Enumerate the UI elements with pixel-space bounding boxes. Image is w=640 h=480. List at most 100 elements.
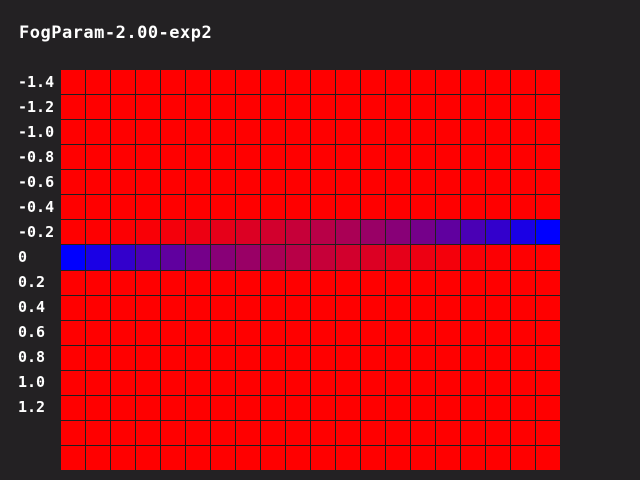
grid-cell [311, 395, 335, 420]
grid-cell [411, 145, 435, 170]
grid-cell [386, 420, 410, 445]
grid-cell [61, 420, 85, 445]
grid-cell [486, 395, 510, 420]
grid-cell [336, 320, 360, 345]
grid-cell [361, 195, 385, 220]
grid-cell [386, 395, 410, 420]
grid-cell [411, 270, 435, 295]
grid-cell [536, 195, 560, 220]
grid-cell [261, 220, 285, 245]
grid-cell [186, 420, 210, 445]
grid-cell [186, 170, 210, 195]
grid-cell [161, 370, 185, 395]
grid-cell [536, 70, 560, 95]
grid-cell [436, 345, 460, 370]
grid-cell [361, 145, 385, 170]
grid-cell [136, 445, 160, 470]
grid-cell [286, 395, 310, 420]
grid-cell [461, 345, 485, 370]
grid-cell [86, 245, 110, 270]
grid-cell [136, 70, 160, 95]
row-label: -1.2 [18, 98, 55, 116]
grid-cell [136, 320, 160, 345]
grid-cell [136, 95, 160, 120]
grid-cell [111, 320, 135, 345]
grid-cell [486, 170, 510, 195]
grid-cell [511, 95, 535, 120]
grid-cell [236, 370, 260, 395]
grid-cell [511, 195, 535, 220]
grid-cell [386, 245, 410, 270]
grid-cell [311, 120, 335, 145]
grid-cell [211, 270, 235, 295]
grid-cell [86, 145, 110, 170]
grid-cell [236, 195, 260, 220]
grid-cell [361, 220, 385, 245]
grid-cell [386, 320, 410, 345]
row-label: 0.2 [18, 273, 46, 291]
grid-cell [261, 145, 285, 170]
grid-cell [161, 170, 185, 195]
grid-cell [86, 420, 110, 445]
grid-cell [511, 345, 535, 370]
grid-cell [386, 120, 410, 145]
grid-cell [186, 120, 210, 145]
grid-cell [261, 170, 285, 195]
grid-cell [386, 170, 410, 195]
grid-cell [86, 195, 110, 220]
grid-cell [236, 245, 260, 270]
grid-cell [386, 295, 410, 320]
grid-cell [336, 220, 360, 245]
grid-cell [436, 195, 460, 220]
grid-cell [336, 370, 360, 395]
grid-cell [361, 445, 385, 470]
grid-cell [236, 170, 260, 195]
grid-cell [436, 320, 460, 345]
row-label: 0.6 [18, 323, 46, 341]
grid-cell [311, 270, 335, 295]
grid-cell [311, 145, 335, 170]
grid-cell [536, 420, 560, 445]
grid-cell [186, 145, 210, 170]
grid-cell [161, 195, 185, 220]
grid-cell [436, 420, 460, 445]
grid-cell [461, 120, 485, 145]
grid-cell [236, 70, 260, 95]
grid-cell [211, 445, 235, 470]
grid-cell [461, 420, 485, 445]
grid-cell [111, 220, 135, 245]
grid-cell [211, 320, 235, 345]
grid-cell [61, 270, 85, 295]
grid-cell [436, 295, 460, 320]
grid-cell [361, 345, 385, 370]
grid-cell [436, 145, 460, 170]
grid-cell [236, 320, 260, 345]
grid-cell [336, 120, 360, 145]
grid-cell [186, 320, 210, 345]
grid-cell [186, 95, 210, 120]
grid-cell [286, 95, 310, 120]
grid-cell [161, 345, 185, 370]
grid-cell [136, 420, 160, 445]
grid-cell [336, 195, 360, 220]
grid-cell [361, 270, 385, 295]
row-label: -1.4 [18, 73, 55, 91]
grid-cell [186, 295, 210, 320]
grid-cell [161, 220, 185, 245]
grid-cell [311, 345, 335, 370]
grid-cell [461, 270, 485, 295]
grid-cell [486, 245, 510, 270]
grid-cell [161, 320, 185, 345]
grid-cell [136, 195, 160, 220]
grid-cell [311, 245, 335, 270]
grid-cell [311, 320, 335, 345]
grid-cell [411, 245, 435, 270]
grid-cell [111, 245, 135, 270]
grid-cell [536, 220, 560, 245]
grid-cell [86, 120, 110, 145]
grid-cell [261, 120, 285, 145]
grid-cell [361, 170, 385, 195]
grid-cell [211, 245, 235, 270]
grid-cell [136, 295, 160, 320]
grid-cell [261, 420, 285, 445]
